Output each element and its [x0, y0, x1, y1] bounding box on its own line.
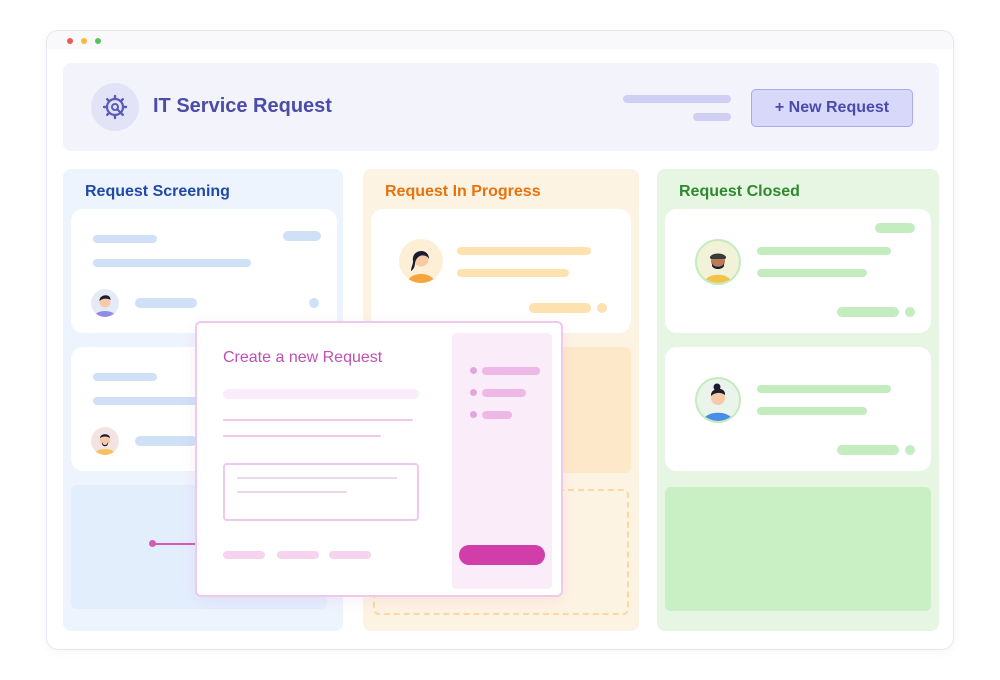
request-card[interactable] [665, 209, 931, 333]
card-placeholder-line [757, 247, 891, 255]
modal-sidebar [452, 333, 552, 589]
avatar [695, 239, 741, 285]
sidebar-option[interactable] [482, 367, 540, 375]
sidebar-option[interactable] [482, 389, 526, 397]
status-badge [529, 303, 591, 313]
create-request-modal: Create a new Request [195, 321, 563, 597]
card-placeholder-line [757, 269, 867, 277]
column-request-closed: Request Closed [657, 169, 939, 631]
request-card[interactable] [71, 209, 337, 333]
description-textarea[interactable] [223, 463, 419, 521]
status-dot [309, 298, 319, 308]
drag-connector-line [152, 543, 196, 545]
wrench-gear-icon [91, 83, 139, 131]
card-placeholder-line [93, 259, 251, 267]
request-card[interactable] [665, 347, 931, 471]
status-badge [837, 307, 899, 317]
submit-button[interactable] [459, 545, 545, 565]
form-option-chip[interactable] [329, 551, 371, 559]
avatar [695, 377, 741, 423]
status-badge [875, 223, 915, 233]
window-titlebar [47, 31, 953, 49]
status-badge [837, 445, 899, 455]
window-minimize-button[interactable] [81, 38, 87, 44]
title-input[interactable] [223, 389, 419, 399]
form-divider [223, 419, 413, 421]
card-placeholder-line [135, 298, 197, 308]
card-placeholder-line [93, 373, 157, 381]
new-request-button[interactable]: + New Request [751, 89, 913, 127]
avatar [91, 289, 119, 317]
card-placeholder-line [135, 436, 197, 446]
app-window: IT Service Request + New Request Request… [46, 30, 954, 650]
column-title: Request In Progress [385, 183, 541, 200]
form-divider [223, 435, 381, 437]
avatar [91, 427, 119, 455]
header-bar: IT Service Request + New Request [63, 63, 939, 151]
page-title: IT Service Request [153, 95, 332, 117]
card-placeholder-line [457, 269, 569, 277]
column-title: Request Closed [679, 183, 800, 200]
empty-card-slot [665, 487, 931, 611]
column-title: Request Screening [85, 183, 230, 200]
window-maximize-button[interactable] [95, 38, 101, 44]
card-placeholder-line [457, 247, 591, 255]
card-placeholder-line [93, 235, 157, 243]
option-bullet [470, 389, 477, 396]
sidebar-option[interactable] [482, 411, 512, 419]
request-card[interactable] [371, 209, 631, 333]
window-close-button[interactable] [67, 38, 73, 44]
form-option-chip[interactable] [277, 551, 319, 559]
option-bullet [470, 367, 477, 374]
status-dot [905, 445, 915, 455]
status-dot [905, 307, 915, 317]
card-placeholder-line [757, 385, 891, 393]
status-badge [283, 231, 321, 241]
avatar [399, 239, 443, 283]
card-placeholder-line [757, 407, 867, 415]
drag-handle-dot[interactable] [149, 540, 156, 547]
form-option-chip[interactable] [223, 551, 265, 559]
option-bullet [470, 411, 477, 418]
header-placeholder-line [693, 113, 731, 121]
header-placeholder-line [623, 95, 731, 103]
modal-title: Create a new Request [223, 349, 383, 366]
status-dot [597, 303, 607, 313]
